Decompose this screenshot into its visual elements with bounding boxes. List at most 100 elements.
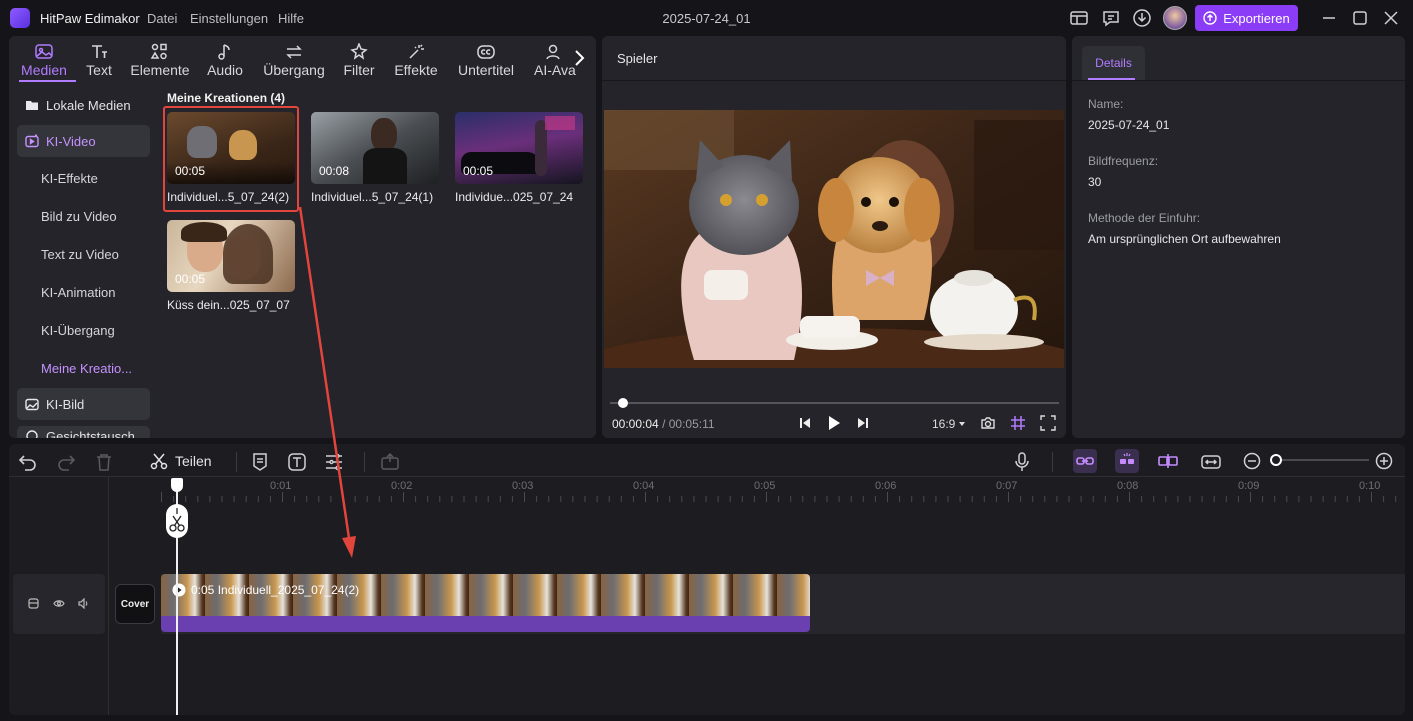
media-thumbnail: 00:08	[311, 112, 439, 184]
aspect-ratio-dropdown[interactable]: 16:9	[932, 417, 966, 431]
audio-icon	[218, 44, 230, 60]
tab-label: Elemente	[130, 62, 190, 78]
tab-audio[interactable]: Audio	[204, 38, 246, 80]
video-track-header	[13, 574, 105, 634]
cover-button[interactable]: Cover	[115, 584, 155, 624]
zoom-in-icon[interactable]	[1374, 451, 1396, 473]
feedback-icon[interactable]	[1101, 8, 1121, 28]
fullscreen-icon[interactable]	[1040, 415, 1056, 431]
tab-details[interactable]: Details	[1082, 46, 1145, 80]
track-audio-icon[interactable]	[78, 598, 90, 609]
time-separator: /	[662, 417, 666, 431]
play-icon[interactable]	[827, 415, 841, 431]
selection-highlight	[163, 106, 299, 212]
delete-icon[interactable]	[93, 451, 115, 473]
sidebar-item-gesichtstausch[interactable]: Gesichtstausch	[17, 426, 150, 438]
annotation-arrow	[298, 206, 356, 558]
zoom-slider-handle[interactable]	[1270, 454, 1282, 466]
tabs-next-icon[interactable]	[572, 48, 586, 68]
sidebar-item-lokale-medien[interactable]: Lokale Medien	[17, 89, 150, 121]
playback-progress-handle[interactable]	[618, 398, 628, 408]
duration-badge: 00:05	[175, 272, 206, 286]
sidebar-label: Gesichtstausch	[46, 429, 135, 438]
tab-label: Effekte	[394, 62, 438, 78]
playback-progress-track[interactable]	[610, 402, 1059, 404]
elements-icon	[150, 43, 167, 60]
sidebar-item-ki-video[interactable]: KI-Video	[17, 125, 150, 157]
link-toggle-icon[interactable]	[1073, 449, 1097, 473]
maximize-icon[interactable]	[1351, 9, 1371, 29]
clip-play-icon	[172, 583, 186, 597]
duration-badge: 00:08	[319, 164, 350, 178]
microphone-icon[interactable]	[1011, 451, 1033, 473]
track-lock-icon[interactable]	[28, 598, 39, 609]
sidebar-sub-ki-animation[interactable]: KI-Animation	[41, 285, 115, 300]
redo-icon[interactable]	[55, 451, 77, 473]
sidebar-sub-ki-effekte[interactable]: KI-Effekte	[41, 171, 98, 186]
previous-frame-icon[interactable]	[798, 416, 812, 430]
effects-icon	[409, 44, 424, 59]
sidebar-sub-bild-zu-video[interactable]: Bild zu Video	[41, 209, 117, 224]
tab-medien[interactable]: Medien	[15, 38, 73, 80]
title-bar: HitPaw Edimakor Datei Einstellungen Hilf…	[0, 0, 1413, 36]
split-button[interactable]: Teilen	[149, 451, 212, 471]
folder-icon	[26, 101, 38, 110]
download-icon[interactable]	[1132, 8, 1152, 28]
media-item[interactable]: 00:05 Individue...025_07_24	[455, 112, 587, 204]
marker-icon[interactable]	[249, 451, 271, 473]
sidebar-sub-meine-kreationen[interactable]: Meine Kreatio...	[41, 361, 132, 376]
media-thumbnail: 00:05	[455, 112, 583, 184]
sidebar-label: Lokale Medien	[46, 97, 131, 113]
export-button[interactable]: Exportieren	[1195, 5, 1298, 31]
next-frame-icon[interactable]	[856, 416, 870, 430]
tab-label: Untertitel	[457, 62, 515, 78]
undo-icon[interactable]	[17, 451, 39, 473]
sidebar-item-ki-bild[interactable]: KI-Bild	[17, 388, 150, 420]
playhead-handle[interactable]	[171, 478, 183, 492]
track-visibility-icon[interactable]	[53, 598, 65, 609]
export-clip-icon[interactable]	[379, 451, 401, 473]
playhead-scissors-icon[interactable]	[166, 504, 188, 538]
ai-video-icon	[25, 134, 39, 148]
player-panel: Spieler 00:00:04 / 00:05:11 16:9	[602, 36, 1066, 438]
tab-elemente[interactable]: Elemente	[127, 38, 193, 80]
ruler-label: 0:02	[391, 480, 413, 492]
tab-label: Medien	[21, 62, 67, 78]
tab-effekte[interactable]: Effekte	[391, 38, 441, 80]
snap-toggle-icon[interactable]	[1115, 449, 1139, 473]
sidebar-sub-text-zu-video[interactable]: Text zu Video	[41, 247, 119, 262]
zoom-out-icon[interactable]	[1242, 451, 1264, 473]
zoom-slider-track[interactable]	[1276, 459, 1369, 461]
media-item[interactable]: 00:08 Individuel...5_07_24(1)	[311, 112, 443, 204]
tab-ai-avatar[interactable]: AI-Ava	[531, 38, 577, 80]
tab-uebergang[interactable]: Übergang	[260, 38, 328, 80]
ruler-label: 0:05	[754, 480, 776, 492]
tab-label: Filter	[343, 62, 375, 78]
grid-icon[interactable]	[1010, 415, 1026, 431]
user-avatar[interactable]	[1163, 6, 1187, 30]
active-tab-indicator	[1088, 78, 1135, 80]
framerate-value: 30	[1088, 175, 1102, 189]
divider	[236, 452, 237, 472]
media-item[interactable]: 00:05 Küss dein...025_07_07	[167, 220, 299, 312]
layout-icon[interactable]	[1069, 8, 1089, 28]
minimize-icon[interactable]	[1320, 9, 1340, 29]
current-time: 00:00:04	[612, 417, 659, 431]
chevron-down-icon	[959, 422, 966, 426]
tab-text[interactable]: Text	[79, 38, 119, 80]
import-method-label: Methode der Einfuhr:	[1088, 211, 1201, 225]
fit-timeline-icon[interactable]	[1200, 451, 1222, 473]
tab-label: AI-Ava	[534, 62, 576, 78]
split-view-icon[interactable]	[1156, 449, 1180, 473]
aspect-ratio-value: 16:9	[932, 417, 956, 431]
sidebar-sub-ki-uebergang[interactable]: KI-Übergang	[41, 323, 115, 338]
active-tab-indicator	[19, 80, 76, 82]
video-preview	[604, 110, 1064, 368]
details-panel: Details Name: 2025-07-24_01 Bildfrequenz…	[1072, 36, 1405, 438]
tab-untertitel[interactable]: Untertitel	[454, 38, 518, 80]
clip-title: 0:05 Individuell_2025_07_24(2)	[172, 583, 359, 597]
tab-label: Übergang	[263, 62, 325, 78]
snapshot-icon[interactable]	[980, 415, 996, 431]
tab-filter[interactable]: Filter	[339, 38, 379, 80]
close-icon[interactable]	[1382, 9, 1402, 29]
